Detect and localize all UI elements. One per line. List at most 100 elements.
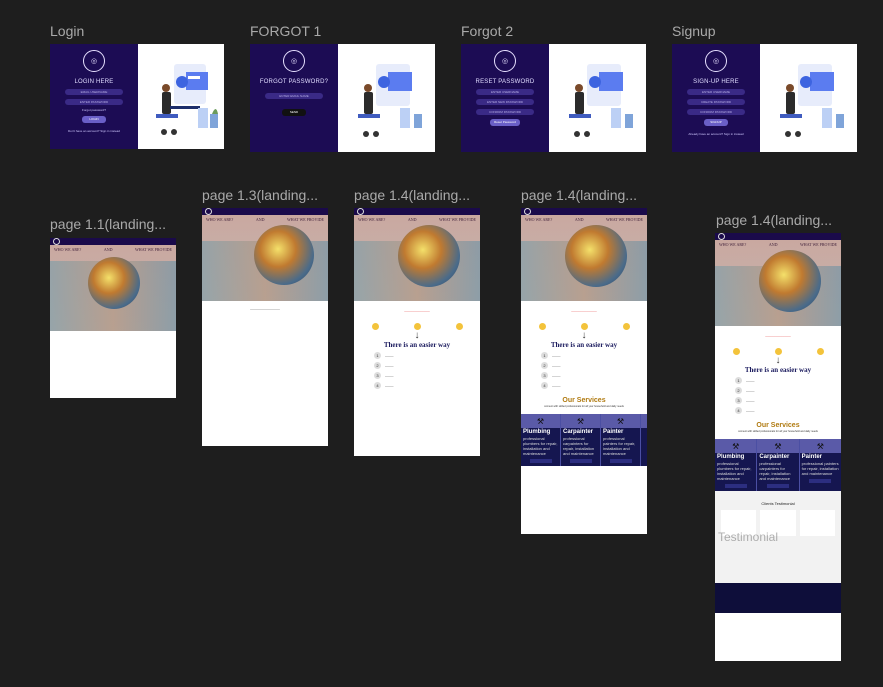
password-field[interactable]: ENTER PASSWORD (65, 99, 123, 105)
new-password-field[interactable]: ENTER NEW PASSWORD (476, 99, 534, 105)
book-button[interactable] (529, 459, 552, 463)
hammer-icon: ⚒ (561, 414, 600, 428)
create-password-field[interactable]: CREATE PASSWORD (687, 99, 745, 105)
hero-circle-image (398, 225, 460, 287)
steps-list: 1 ──── 2 ──── 3 ──── 4 ──── (715, 377, 841, 414)
step-text: ──── (746, 398, 755, 403)
brand-logo-icon (524, 208, 531, 215)
step-item: 4 ──── (541, 382, 647, 389)
frame-label-page13: page 1.3(landing... (202, 187, 318, 203)
step-text: ──── (552, 383, 561, 388)
service-card-plumbing[interactable]: ⚒ Plumbing professional plumbers for repai… (715, 439, 757, 491)
frame-label-page14b: page 1.4(landing... (521, 187, 637, 203)
brand-logo-icon (205, 208, 212, 215)
service-card-carpainter[interactable]: ⚒ Carpainter professional carpainters for … (757, 439, 799, 491)
forgot2-panel: ◎ RESET PASSWORD ENTER USERNAME ENTER NE… (461, 44, 549, 152)
hero-heading: WHO WE ARE? AND WHAT WE PROVIDE (715, 240, 841, 249)
easier-heading: There is an easier way (383, 341, 451, 349)
page11-frame[interactable]: WHO WE ARE? AND WHAT WE PROVIDE (50, 238, 176, 398)
services-subtitle: connect with skilled professionals for a… (738, 430, 818, 433)
hero-left-text: WHO WE ARE? (719, 242, 747, 247)
face-icon (455, 323, 463, 330)
service-card-painter[interactable]: ⚒ Painter professional painters for repair… (601, 414, 640, 466)
office-illustration (138, 44, 224, 149)
brand-logo-icon: ◎ (705, 50, 727, 72)
username-field[interactable]: ENTER USERNAME (476, 89, 534, 95)
service-card-plumbing[interactable]: ⚒ Plumbing professional plumbers for repai… (521, 414, 560, 466)
office-illustration (760, 44, 857, 152)
hero-section: WHO WE ARE? AND WHAT WE PROVIDE (354, 215, 480, 301)
problem-text: ──────────── (765, 334, 791, 338)
hero-section: WHO WE ARE? AND WHAT WE PROVIDE (715, 240, 841, 326)
step-text: ──── (385, 383, 394, 388)
step-text: ──── (552, 353, 561, 358)
confirm-password-field[interactable]: CONFIRM PASSWORD (476, 109, 534, 115)
signup-link[interactable]: Don't have an account? Sign in instead (68, 129, 120, 133)
book-button[interactable] (809, 479, 832, 483)
top-nav (202, 208, 328, 215)
frame-label-page14c: page 1.4(landing... (716, 212, 832, 228)
email-field[interactable]: EMAIL USERNAME (65, 89, 123, 95)
step-text: ──── (385, 363, 394, 368)
service-card-partial (641, 414, 647, 466)
hero-mid-text: AND (407, 217, 417, 222)
step-number: 4 (541, 382, 548, 389)
service-card-carpainter[interactable]: ⚒ Carpainter professional carpainters for … (561, 414, 600, 466)
signup-frame[interactable]: ◎ SIGN-UP HERE ENTER USERNAME CREATE PAS… (672, 44, 857, 152)
reset-password-button[interactable]: Reset Password (490, 119, 520, 126)
hero-left-text: WHO WE ARE? (206, 217, 234, 222)
step-number: 1 (374, 352, 381, 359)
email-field[interactable]: ENTER EMAIL NAME (265, 93, 323, 99)
login-button[interactable]: LOGIN (82, 116, 106, 123)
office-illustration (338, 44, 435, 152)
book-button[interactable] (569, 459, 592, 463)
service-desc: professional painters for repair, instal… (603, 436, 636, 456)
face-icon (774, 348, 782, 355)
arrow-down-icon: ↓ (581, 330, 587, 341)
service-desc: professional painters for repair, instal… (801, 461, 839, 476)
hero-circle-image (565, 225, 627, 287)
hero-heading: WHO WE ARE? AND WHAT WE PROVIDE (202, 215, 328, 224)
step-text: ──── (385, 353, 394, 358)
step-number: 4 (374, 382, 381, 389)
username-field[interactable]: ENTER USERNAME (687, 89, 745, 95)
wrench-icon: ⚒ (715, 439, 757, 453)
confirm-password-field[interactable]: CONFIRM PASSWORD (687, 109, 745, 115)
page13-frame[interactable]: WHO WE ARE? AND WHAT WE PROVIDE ──────────… (202, 208, 328, 446)
forgot-password-link[interactable]: Forgot password? (82, 108, 106, 112)
frame-label-page11: page 1.1(landing... (50, 216, 166, 232)
hero-section: WHO WE ARE? AND WHAT WE PROVIDE (521, 215, 647, 301)
send-button[interactable]: SEND (282, 109, 306, 116)
book-button[interactable] (724, 484, 747, 488)
steps-list: 1 ──── 2 ──── 3 ──── 4 ──── (354, 352, 480, 389)
hero-circle-image (88, 257, 140, 309)
easier-heading: There is an easier way (550, 341, 618, 349)
steps-list: 1 ──── 2 ──── 3 ──── 4 ──── (521, 352, 647, 389)
login-frame[interactable]: ◎ LOGIN HERE EMAIL USERNAME ENTER PASSWO… (50, 44, 224, 149)
card-header (641, 414, 647, 428)
step-number: 1 (735, 377, 742, 384)
frame-label-forgot1: FORGOT 1 (250, 23, 322, 39)
step-number: 2 (541, 362, 548, 369)
step-text: ──── (746, 388, 755, 393)
page14c-frame[interactable]: WHO WE ARE? AND WHAT WE PROVIDE ──────────… (715, 233, 841, 661)
hero-right-text: WHAT WE PROVIDE (800, 242, 837, 247)
step-number: 3 (735, 397, 742, 404)
step-text: ──── (385, 373, 394, 378)
service-card-painter[interactable]: ⚒ Painter professional painters for repair… (799, 439, 841, 491)
step-item: 2 ──── (541, 362, 647, 369)
book-button[interactable] (766, 484, 789, 488)
step-number: 3 (374, 372, 381, 379)
step-item: 1 ──── (541, 352, 647, 359)
page14b-frame[interactable]: WHO WE ARE? AND WHAT WE PROVIDE ──────────… (521, 208, 647, 534)
forgot1-frame[interactable]: ◎ FORGOT PASSWORD? ENTER EMAIL NAME SEND (250, 44, 435, 152)
service-name: Plumbing (523, 429, 551, 435)
page14a-frame[interactable]: WHO WE ARE? AND WHAT WE PROVIDE ──── ──── ──… (354, 208, 480, 456)
book-button[interactable] (609, 459, 632, 463)
brush-icon: ⚒ (601, 414, 640, 428)
forgot2-frame[interactable]: ◎ RESET PASSWORD ENTER USERNAME ENTER NE… (461, 44, 646, 152)
hero-left-text: WHO WE ARE? (525, 217, 553, 222)
signin-link[interactable]: Already have an account? Sign in instead (688, 132, 743, 136)
top-nav (50, 238, 176, 245)
signup-button[interactable]: SIGNUP (704, 119, 728, 126)
